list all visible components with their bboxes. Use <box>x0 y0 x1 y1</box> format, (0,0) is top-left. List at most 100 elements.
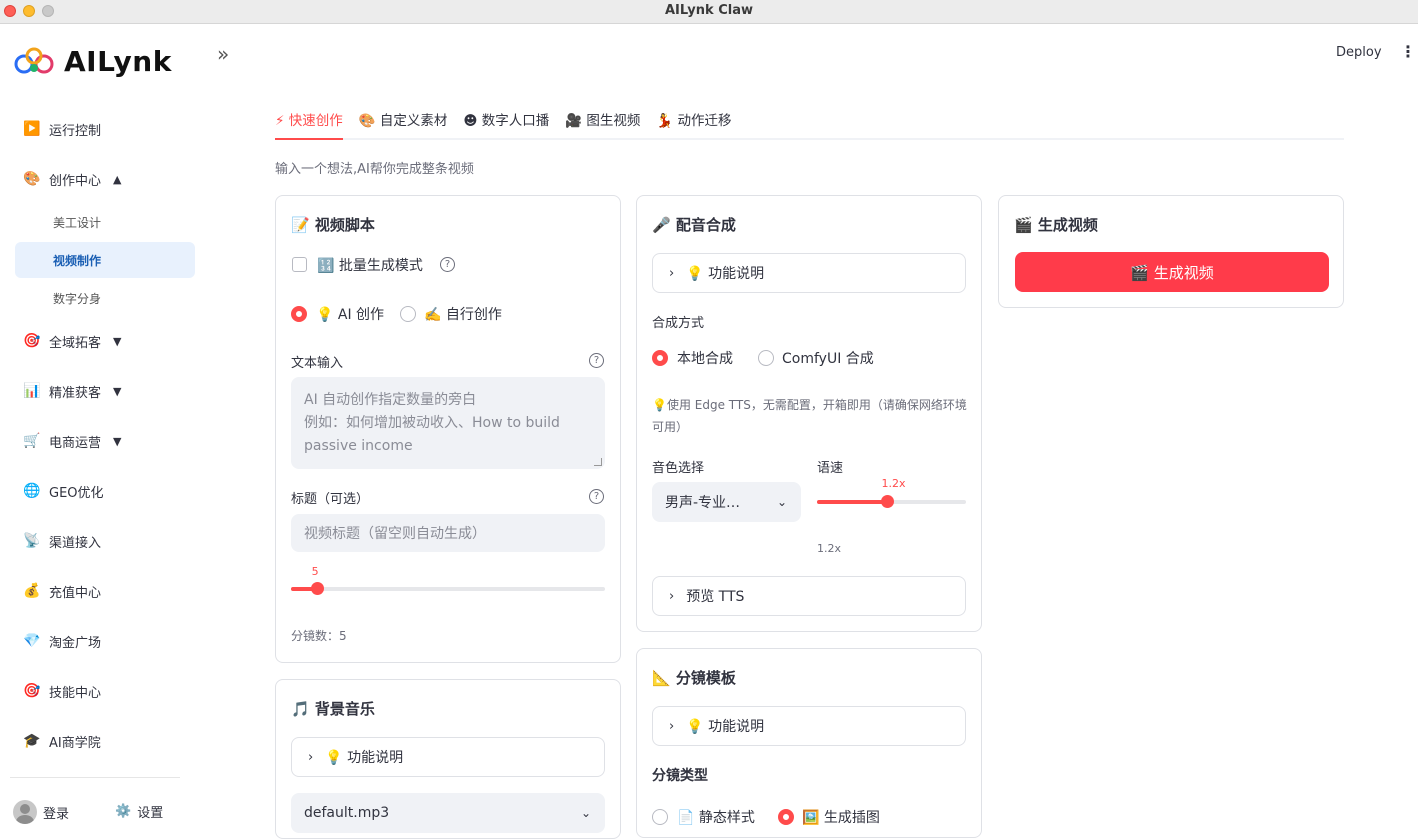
speed-note: 1.2x <box>817 542 842 555</box>
preview-tts-expander[interactable]: › 预览 TTS <box>652 576 966 616</box>
shots-slider-value: 5 <box>311 565 319 578</box>
sidebar-item-label: 创作中心 <box>49 173 102 189</box>
card-title: 🎵 背景音乐 <box>291 700 375 718</box>
brand-logo: AILynk <box>14 44 172 78</box>
sidebar-item-recharge[interactable]: 💰 充值中心 <box>15 573 195 609</box>
help-icon[interactable]: ? <box>589 353 604 368</box>
sidebar-item-label: 充值中心 <box>49 585 102 601</box>
money-bag-icon: 💰 <box>23 583 41 599</box>
more-menu-icon[interactable]: ⋮ <box>1400 42 1416 61</box>
sidebar-subitem-video[interactable]: 视频制作 <box>15 242 195 278</box>
sidebar-item-channels[interactable]: 📡 渠道接入 <box>15 523 195 559</box>
local-synth-radio[interactable] <box>652 350 668 366</box>
sidebar-item-academy[interactable]: 🎓 AI商学院 <box>15 723 195 759</box>
batch-mode-checkbox[interactable] <box>292 257 307 272</box>
text-input-field[interactable]: AI 自动创作指定数量的旁白 例如：如何增加被动收入、How to build … <box>291 377 605 469</box>
expander-label: 预览 TTS <box>686 589 745 605</box>
brand-name: AILynk <box>64 44 172 78</box>
expander-label: 💡 功能说明 <box>686 266 765 282</box>
slider-thumb[interactable] <box>310 582 324 595</box>
speed-label: 语速 <box>817 461 844 476</box>
self-create-radio[interactable] <box>400 306 416 322</box>
sidebar-subitem-design[interactable]: 美工设计 <box>15 204 195 240</box>
sidebar-item-label: 精准获客 <box>49 385 102 401</box>
speed-slider[interactable] <box>817 495 966 508</box>
shots-note: 分镜数：5 <box>291 627 347 644</box>
resize-handle-icon[interactable] <box>594 458 602 466</box>
sidebar-item-label: 渠道接入 <box>49 535 102 551</box>
music-card: 🎵 背景音乐 › 💡 功能说明 default.mp3 ⌄ <box>275 679 621 839</box>
target-icon: 🎯 <box>23 333 41 349</box>
palette-icon: 🎨 <box>23 171 41 187</box>
help-expander[interactable]: › 💡 功能说明 <box>291 737 605 777</box>
ai-create-radio[interactable] <box>291 306 307 322</box>
sidebar-item-label: AI商学院 <box>49 735 101 751</box>
help-expander[interactable]: › 💡 功能说明 <box>652 253 966 293</box>
page-subtitle: 输入一个想法,AI帮你完成整条视频 <box>275 162 474 177</box>
collapse-sidebar-icon[interactable]: » <box>217 42 229 66</box>
avatar <box>13 800 37 824</box>
cart-icon: 🛒 <box>23 433 41 449</box>
card-title: 📝 视频脚本 <box>291 216 375 234</box>
settings-button[interactable]: ⚙️ 设置 <box>115 802 163 821</box>
tts-note: 💡使用 Edge TTS，无需配置，开箱即用（请确保网络环境可用） <box>652 398 967 434</box>
tab-quick-create[interactable]: ⚡ 快速创作 <box>275 104 343 140</box>
gear-icon: ⚙️ <box>115 804 132 819</box>
voice-select[interactable]: 男声-专业… ⌄ <box>652 482 801 522</box>
sidebar-divider <box>10 777 180 778</box>
voice-select-value: 男声-专业… <box>665 495 741 511</box>
sidebar-item-precision[interactable]: 📊 精准获客 ▼ <box>15 373 195 409</box>
static-style-radio[interactable] <box>652 809 668 825</box>
card-title: 📐 分镜模板 <box>652 669 736 687</box>
tab-image-to-video[interactable]: 🎥 图生视频 <box>565 104 640 140</box>
title-input[interactable]: 视频标题（留空则自动生成） <box>291 514 605 552</box>
sidebar-item-label: 淘金广场 <box>49 635 102 651</box>
card-title: 🎬 生成视频 <box>1014 216 1098 234</box>
static-style-label: 📄 静态样式 <box>677 810 755 826</box>
sidebar-item-plaza[interactable]: 💎 淘金广场 <box>15 623 195 659</box>
login-button[interactable]: 登录 <box>13 800 69 824</box>
sidebar-subitem-avatar[interactable]: 数字分身 <box>15 280 195 316</box>
sidebar-item-label: 全域拓客 <box>49 335 102 351</box>
generate-video-button[interactable]: 🎬 生成视频 <box>1015 252 1329 292</box>
sidebar-item-label: GEO优化 <box>49 485 104 501</box>
generate-illustration-radio[interactable] <box>778 809 794 825</box>
local-synth-label: 本地合成 <box>677 351 733 367</box>
help-expander[interactable]: › 💡 功能说明 <box>652 706 966 746</box>
slider-thumb[interactable] <box>880 495 894 508</box>
ai-create-label: 💡 AI 创作 <box>316 307 385 323</box>
card-title: 🎤 配音合成 <box>652 216 736 234</box>
voice-card: 🎤 配音合成 › 💡 功能说明 合成方式 本地合成 ComfyUI 合成 💡使用… <box>636 195 982 632</box>
music-select[interactable]: default.mp3 ⌄ <box>291 793 605 833</box>
comfyui-synth-radio[interactable] <box>758 350 774 366</box>
settings-label: 设置 <box>137 806 164 821</box>
help-icon[interactable]: ? <box>440 257 455 272</box>
speed-slider-value: 1.2x <box>881 477 906 490</box>
method-label: 合成方式 <box>652 316 705 331</box>
sidebar-item-skills[interactable]: 🎯 技能中心 <box>15 673 195 709</box>
storyboard-type-label: 分镜类型 <box>652 768 708 784</box>
sidebar: AILynk » ▶️ 运行控制 🎨 创作中心 ▲ 美工设计 视频制作 数字分身… <box>0 24 250 824</box>
script-card: 📝 视频脚本 🔢 批量生成模式 ? 💡 AI 创作 ✍️ 自行创作 文本输入 ?… <box>275 195 621 663</box>
tab-custom-assets[interactable]: 🎨 自定义素材 <box>359 104 448 140</box>
self-create-label: ✍️ 自行创作 <box>424 307 502 323</box>
target-icon: 🎯 <box>23 683 41 699</box>
sidebar-item-acquisition[interactable]: 🎯 全域拓客 ▼ <box>15 323 195 359</box>
sidebar-item-creation-center[interactable]: 🎨 创作中心 ▲ <box>15 161 195 197</box>
shots-slider[interactable] <box>291 582 605 595</box>
window-titlebar: AILynk Claw <box>0 0 1418 24</box>
chevron-right-icon: › <box>669 265 675 281</box>
collapse-arrow-icon: ▲ <box>113 172 122 186</box>
chevron-right-icon: › <box>669 588 675 604</box>
expander-label: 💡 功能说明 <box>325 750 404 766</box>
tab-digital-human[interactable]: ☻ 数字人口播 <box>463 104 549 140</box>
help-icon[interactable]: ? <box>589 489 604 504</box>
sidebar-item-ecommerce[interactable]: 🛒 电商运营 ▼ <box>15 423 195 459</box>
sidebar-item-geo[interactable]: 🌐 GEO优化 <box>15 473 195 509</box>
generate-card: 🎬 生成视频 🎬 生成视频 <box>998 195 1344 308</box>
deploy-button[interactable]: Deploy <box>1336 45 1382 60</box>
tab-motion-transfer[interactable]: 💃 动作迁移 <box>656 104 731 140</box>
sidebar-item-run-control[interactable]: ▶️ 运行控制 <box>15 111 195 147</box>
sidebar-item-label: 运行控制 <box>49 123 102 139</box>
shots-note-value: 5 <box>339 629 347 643</box>
